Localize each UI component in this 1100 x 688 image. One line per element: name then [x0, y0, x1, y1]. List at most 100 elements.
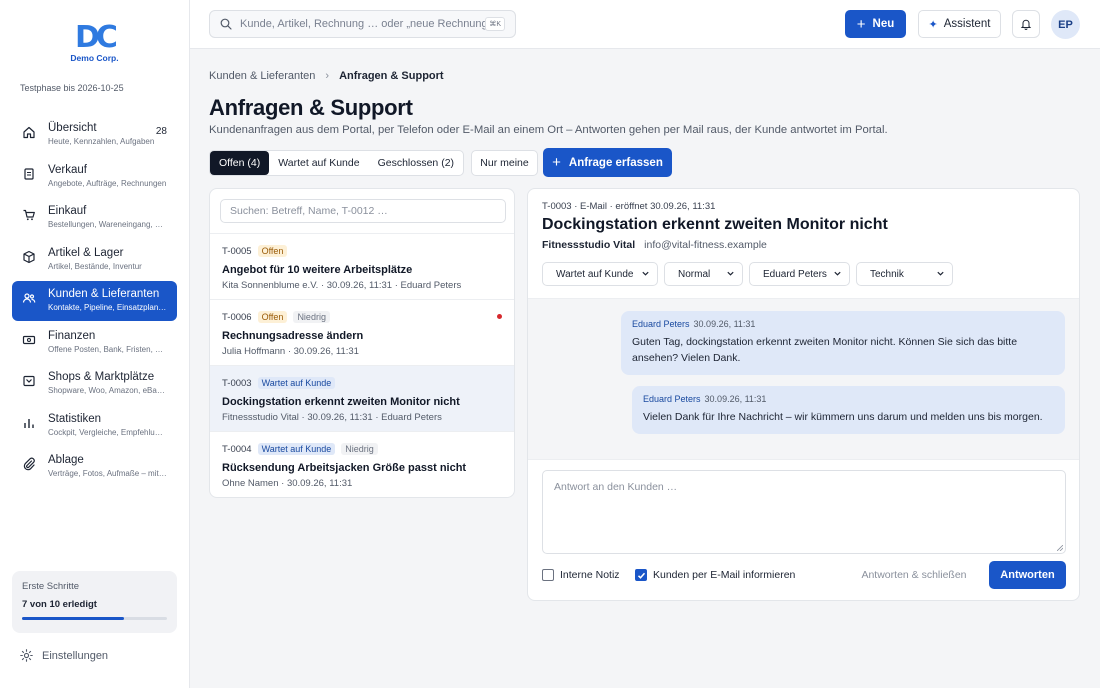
users-icon	[22, 291, 38, 307]
receipt-icon	[22, 167, 38, 183]
main-area: Kunde, Artikel, Rechnung … oder „neue Re…	[190, 0, 1100, 688]
breadcrumb: Kunden & Lieferanten › Anfragen & Suppor…	[209, 70, 444, 82]
tab-open[interactable]: Offen (4)	[210, 151, 270, 175]
logo-mark: DC	[75, 20, 118, 55]
check-icon	[637, 572, 645, 579]
message-author: Eduard Peters	[632, 319, 690, 329]
trial-notice: Testphase bis 2026-10-25	[20, 83, 124, 93]
customer-name[interactable]: Fitnessstudio Vital	[542, 239, 635, 251]
reply-textarea[interactable]: Antwort an den Kunden …	[542, 470, 1066, 554]
assistant-button-label: Assistent	[943, 18, 991, 30]
bell-icon	[1020, 19, 1032, 30]
ticket-title: Rücksendung Arbeitsjacken Größe passt ni…	[222, 462, 467, 474]
top-bar: Kunde, Artikel, Rechnung … oder „neue Re…	[190, 0, 1100, 49]
assistant-button[interactable]: ✦ Assistent	[918, 10, 1001, 38]
sidebar-item-7[interactable]: Shops & Marktplätze Shopware, Woo, Amazon…	[12, 364, 177, 404]
sidebar-item-text: Übersicht Heute, Kennzahlen, Aufgaben	[48, 121, 154, 147]
checkbox-box[interactable]	[542, 569, 554, 581]
message-meta: Eduard Peters 30.09.26, 11:31	[632, 319, 1054, 329]
notifications-button[interactable]	[1012, 10, 1040, 38]
user-avatar[interactable]: EP	[1051, 10, 1080, 39]
sidebar-item-5[interactable]: Kunden & Lieferanten Kontakte, Pipeline, …	[12, 281, 177, 321]
status-badge: Niedrig	[341, 443, 378, 455]
message-time: 30.09.26, 11:31	[704, 394, 767, 404]
ticket-row[interactable]: T-0006 Offen Niedrig Rechnungsadresse änder…	[210, 299, 514, 365]
sidebar-item-text: Einkauf Bestellungen, Wareneingang, Beleg…	[48, 204, 167, 230]
sidebar-item-description: Heute, Kennzahlen, Aufgaben	[48, 137, 155, 146]
sidebar-item-text: Ablage Verträge, Fotos, Aufmaße – mit Suc…	[48, 453, 167, 479]
sparkle-icon: ✦	[928, 18, 938, 31]
ticket-meta: Julia Hoffmann · 30.09.26, 11:31	[222, 346, 359, 357]
answer-and-close-button[interactable]: Antworten & schließen	[845, 562, 983, 588]
first-steps-card[interactable]: Erste Schritte 7 von 10 erledigt	[12, 571, 177, 633]
main-nav: Übersicht Heute, Kennzahlen, Aufgaben 28 Ve…	[0, 115, 189, 489]
tab-closed[interactable]: Geschlossen (2)	[369, 151, 463, 175]
status-badge: Wartet auf Kunde	[257, 443, 336, 455]
ticket-meta: Ohne Namen · 30.09.26, 11:31	[222, 478, 353, 489]
sidebar-item-label: Einkauf	[48, 205, 87, 217]
sidebar-item-description: Cockpit, Vergleiche, Empfehlungen	[48, 427, 167, 437]
sidebar-item-text: Shops & Marktplätze Shopware, Woo, Amazon…	[48, 370, 167, 396]
create-request-button[interactable]: + Anfrage erfassen	[543, 148, 672, 177]
company-logo[interactable]: DC Demo Corp.	[0, 0, 189, 64]
breadcrumb-parent[interactable]: Kunden & Lieferanten	[209, 70, 315, 82]
tab-waiting[interactable]: Wartet auf Kunde	[269, 151, 368, 175]
checkbox-box[interactable]	[635, 569, 647, 581]
sidebar-item-2[interactable]: Verkauf Angebote, Aufträge, Rechnungen	[12, 157, 177, 197]
message-body: Guten Tag, dockingstation erkennt zweite…	[632, 334, 1054, 366]
sidebar-item-description: Angebote, Aufträge, Rechnungen	[48, 178, 167, 188]
shop-icon	[22, 374, 38, 390]
ticket-id: T-0004	[222, 443, 252, 455]
sidebar-item-label: Übersicht	[48, 122, 97, 134]
global-search-input[interactable]: Kunde, Artikel, Rechnung … oder „neue Re…	[209, 10, 516, 38]
message-thread: Eduard Peters 30.09.26, 11:31 Guten Tag, …	[528, 299, 1079, 459]
answer-button[interactable]: Antworten	[989, 561, 1066, 589]
ticket-detail-title: Dockingstation erkennt zweiten Monitor n…	[542, 216, 888, 233]
sidebar-item-description: Kontakte, Pipeline, Einsatzplanung	[48, 303, 167, 312]
sidebar-item-description: Verträge, Fotos, Aufmaße – mit Suche	[48, 469, 167, 478]
sidebar-item-8[interactable]: Statistiken Cockpit, Vergleiche, Empfehlu…	[12, 406, 177, 446]
sidebar-item-count: 28	[155, 126, 167, 137]
priority-select-value: Normal	[678, 268, 711, 280]
breadcrumb-current: Anfragen & Support	[339, 70, 444, 82]
settings-link[interactable]: Einstellungen	[20, 649, 108, 662]
ticket-title: Dockingstation erkennt zweiten Monitor n…	[222, 396, 460, 408]
ticket-search-input[interactable]: Suchen: Betreff, Name, T-0012 …	[220, 199, 506, 223]
home-icon	[22, 125, 38, 141]
only-mine-button[interactable]: Nur meine	[471, 150, 538, 176]
sidebar-item-6[interactable]: Finanzen Offene Posten, Bank, Fristen, Lo…	[12, 323, 177, 363]
internal-note-checkbox[interactable]: Interne Notiz	[542, 569, 620, 581]
resize-handle-icon[interactable]	[1057, 545, 1063, 551]
status-badge: Offen	[257, 311, 288, 323]
priority-select[interactable]: Normal	[664, 262, 743, 286]
sidebar-item-4[interactable]: Artikel & Lager Artikel, Bestände, Invent…	[12, 240, 177, 280]
sidebar-item-text: Artikel & Lager Artikel, Bestände, Invent…	[48, 246, 142, 272]
new-button[interactable]: + Neu	[845, 10, 906, 38]
sidebar-item-3[interactable]: Einkauf Bestellungen, Wareneingang, Beleg…	[12, 198, 177, 238]
sidebar-item-9[interactable]: Ablage Verträge, Fotos, Aufmaße – mit Suc…	[12, 447, 177, 487]
status-select[interactable]: Wartet auf Kunde	[542, 262, 658, 286]
ticket-row[interactable]: T-0003 Wartet auf Kunde Dockingstation erk…	[210, 365, 514, 431]
company-name: Demo Corp.	[70, 53, 119, 63]
create-request-label: Anfrage erfassen	[568, 156, 663, 169]
category-select[interactable]: Technik	[856, 262, 953, 286]
assignee-select[interactable]: Eduard Peters	[749, 262, 850, 286]
sidebar-item-label: Kunden & Lieferanten	[48, 288, 160, 300]
sidebar-item-1[interactable]: Übersicht Heute, Kennzahlen, Aufgaben 28	[12, 115, 177, 155]
ticket-row[interactable]: T-0005 Offen Angebot für 10 weitere Arbeit…	[210, 233, 514, 299]
sidebar-item-label: Verkauf	[48, 163, 87, 176]
divider	[528, 459, 1079, 460]
sidebar: DC Demo Corp. Testphase bis 2026-10-25 Ü…	[0, 0, 190, 688]
first-steps-progress-label: 7 von 10 erledigt	[22, 599, 97, 610]
category-select-value: Technik	[870, 268, 904, 280]
status-badge: Offen	[257, 245, 288, 257]
customer-email[interactable]: info@vital-fitness.example	[644, 239, 767, 251]
sidebar-item-text: Statistiken Cockpit, Vergleiche, Empfehlu…	[48, 412, 167, 438]
ticket-customer: Fitnessstudio Vital info@vital-fitness.e…	[542, 239, 767, 251]
ticket-row[interactable]: T-0004 Wartet auf Kunde Niedrig Rücksendung…	[210, 431, 514, 497]
message-bubble: Eduard Peters 30.09.26, 11:31 Guten Tag, …	[621, 311, 1065, 375]
notify-customer-checkbox[interactable]: Kunden per E-Mail informieren	[635, 569, 795, 581]
chevron-down-icon	[834, 271, 841, 276]
ticket-list: Suchen: Betreff, Name, T-0012 … T-0005 Of…	[209, 188, 515, 498]
sidebar-item-label: Ablage	[48, 454, 84, 466]
